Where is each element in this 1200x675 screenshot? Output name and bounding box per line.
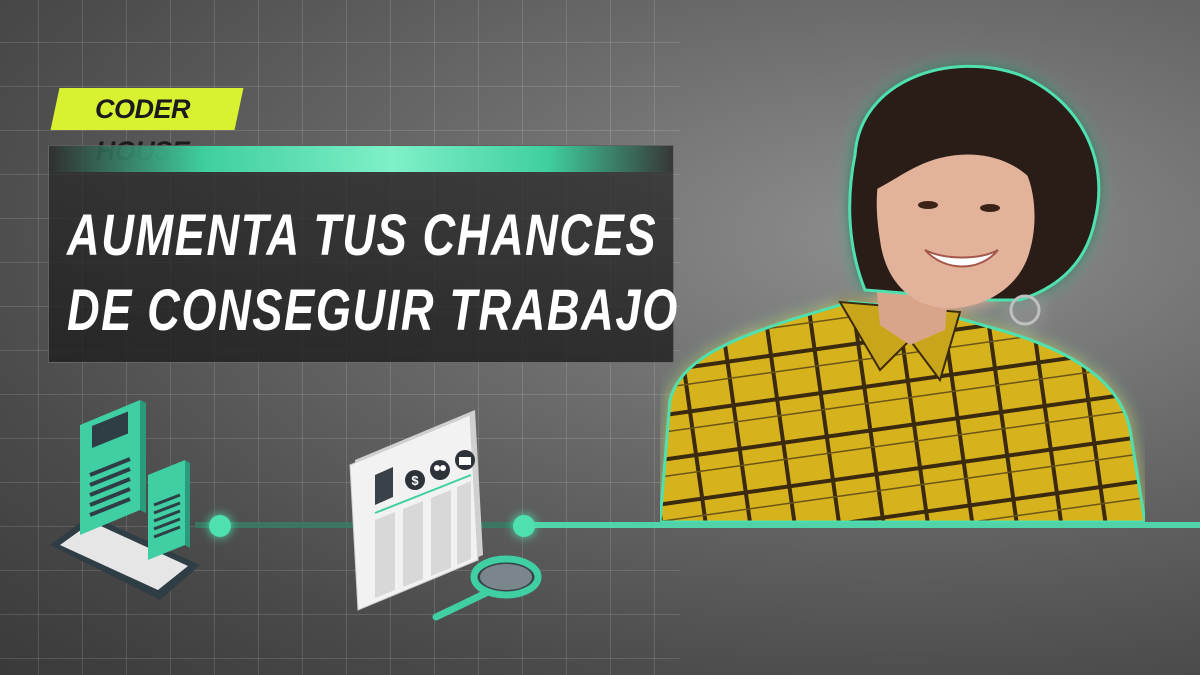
- timeline-node-1: [209, 515, 231, 537]
- timeline-node-2: [513, 515, 535, 537]
- presenter-photo: [660, 64, 1145, 522]
- headline-line-2: DE CONSEGUIR TRABAJO: [67, 278, 679, 343]
- headline-line-1: AUMENTA TUS CHANCES: [67, 203, 658, 268]
- headline-panel: AUMENTA TUS CHANCES DE CONSEGUIR TRABAJO: [48, 145, 679, 363]
- smartphone-with-profiles-icon: [50, 400, 200, 600]
- profile-card-small: [148, 460, 190, 560]
- dollar-symbol: $: [411, 473, 419, 488]
- presenter-silhouette: [660, 64, 1145, 522]
- headline-text: AUMENTA TUS CHANCES DE CONSEGUIR TRABAJO: [67, 198, 679, 348]
- profile-card-large: [80, 400, 146, 535]
- headline-accent-bar: [49, 146, 673, 172]
- magnifying-glass-icon: [432, 555, 542, 621]
- brand-tag: CODER HOUSE: [50, 88, 244, 166]
